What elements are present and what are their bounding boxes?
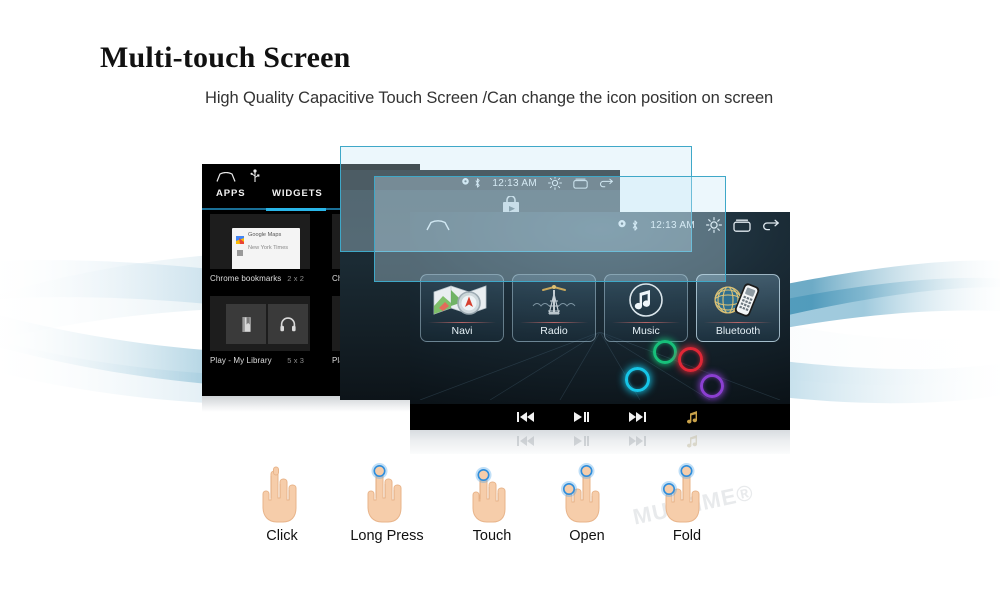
bookmark-row: New York Times: [236, 244, 296, 256]
widget-chrome-bookmarks[interactable]: Google Maps New York Times Chrome bookma…: [210, 214, 310, 283]
radio-tower-icon: [513, 280, 595, 320]
app-tile-label: Bluetooth: [715, 325, 761, 337]
app-tile-bluetooth[interactable]: Bluetooth: [696, 274, 780, 342]
music-note-icon: [605, 280, 687, 320]
hand-open-icon: [535, 462, 639, 528]
play-pause-button-reflection: [572, 434, 590, 448]
app-tile-label: Music: [632, 325, 660, 337]
book-icon: [226, 304, 266, 344]
gesture-label: Open: [569, 528, 605, 544]
nyt-icon: [236, 244, 244, 256]
tab-widgets[interactable]: WIDGETS: [272, 188, 323, 199]
page-title: Multi-touch Screen: [100, 41, 351, 74]
next-track-button[interactable]: [628, 410, 646, 424]
gesture-open: Open: [535, 462, 639, 544]
home-icon[interactable]: [216, 172, 236, 182]
map-compass-icon: [421, 280, 503, 320]
app-tile-separator: [520, 322, 588, 323]
play-pause-button[interactable]: [572, 410, 590, 424]
app-tile-label: Radio: [540, 325, 568, 337]
gesture-click: Click: [230, 462, 334, 544]
reflected-media-buttons: [410, 430, 790, 452]
page-subtitle: High Quality Capacitive Touch Screen /Ca…: [205, 89, 774, 107]
front-screen-reflection: [410, 430, 790, 454]
app-tile-navi[interactable]: Navi: [420, 274, 504, 342]
back-icon[interactable]: [762, 219, 780, 232]
bookmark-card: Google Maps New York Times: [232, 228, 300, 269]
glass-panel-lower: [374, 176, 726, 282]
app-tiles-row: Navi Radio Music Bluetooth: [420, 274, 780, 342]
gesture-fold: Fold: [635, 462, 739, 544]
widget-thumbnail: [210, 296, 310, 351]
bookmark-label: New York Times: [248, 245, 289, 251]
app-tile-separator: [704, 322, 772, 323]
widget-label: Chrome bookmarks 2 x 2: [210, 274, 310, 283]
widget-label: Play - My Library 5 x 3: [210, 356, 310, 365]
previous-track-button[interactable]: [516, 410, 534, 424]
music-note-button-reflection: [684, 434, 702, 448]
next-track-button-reflection: [628, 434, 646, 448]
media-control-bar: [410, 404, 790, 430]
page-root: Multi-touch Screen High Quality Capaciti…: [0, 0, 1000, 600]
widget-play-my-library[interactable]: Play - My Library 5 x 3: [210, 296, 310, 365]
perspective-grid: [419, 332, 781, 400]
widget-label-text: Play - My Library: [210, 356, 272, 365]
gesture-label: Long Press: [350, 528, 424, 544]
usb-icon[interactable]: [249, 169, 261, 183]
gesture-legend: Click Long Press Touch Open Fold: [230, 462, 750, 562]
library-tiles: [226, 304, 308, 344]
gesture-label: Fold: [672, 528, 702, 544]
tab-underline-active: [266, 208, 326, 211]
headphones-icon: [268, 304, 308, 344]
bookmark-label: Google Maps: [248, 232, 282, 238]
gesture-touch: Touch: [440, 462, 544, 544]
app-tile-label: Navi: [451, 325, 473, 337]
widget-size: 2 x 2: [287, 274, 304, 283]
gesture-long-press: Long Press: [335, 462, 439, 544]
bookmark-row: Google Maps: [236, 231, 296, 244]
media-buttons: [410, 404, 790, 430]
google-maps-icon: [236, 231, 244, 244]
gesture-label: Touch: [472, 528, 512, 544]
tab-apps[interactable]: APPS: [216, 188, 245, 199]
app-tile-separator: [612, 322, 680, 323]
recents-icon[interactable]: [733, 219, 751, 232]
app-tile-music[interactable]: Music: [604, 274, 688, 342]
globe-phone-icon: [697, 280, 779, 320]
hand-touch-icon: [440, 462, 544, 528]
hand-long-press-icon: [335, 462, 439, 528]
widget-label-text: Chrome bookmarks: [210, 274, 282, 283]
music-note-button[interactable]: [684, 410, 702, 424]
widget-thumbnail: Google Maps New York Times: [210, 214, 310, 269]
app-tile-separator: [428, 322, 496, 323]
previous-track-button-reflection: [516, 434, 534, 448]
hand-fold-icon: [635, 462, 739, 528]
hand-click-icon: [230, 462, 334, 528]
widget-size: 5 x 3: [287, 356, 304, 365]
app-tile-radio[interactable]: Radio: [512, 274, 596, 342]
gesture-label: Click: [266, 528, 298, 544]
